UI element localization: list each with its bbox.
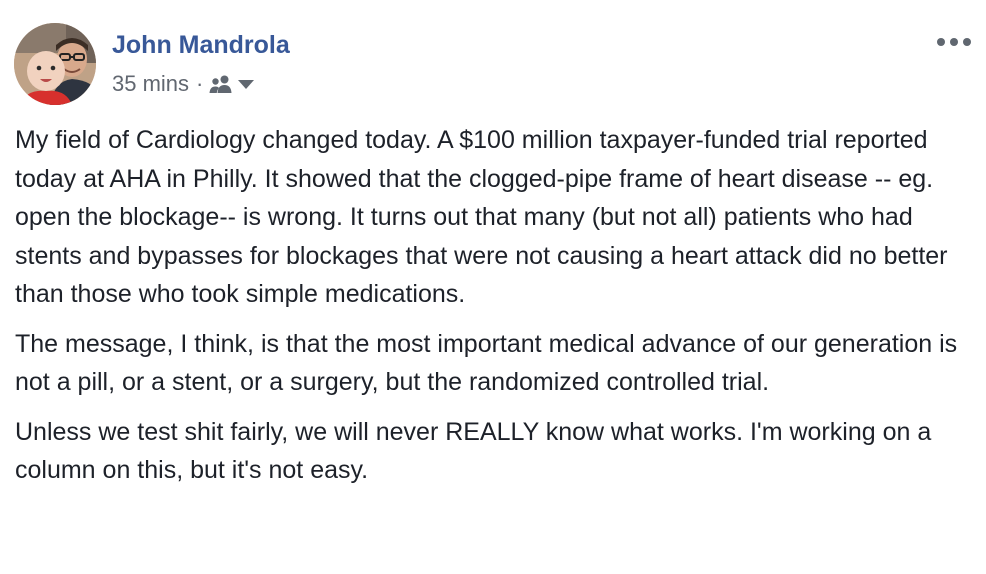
- more-options-button[interactable]: [932, 30, 976, 54]
- post-timestamp[interactable]: 35 mins: [112, 71, 189, 97]
- audience-selector[interactable]: [209, 74, 255, 94]
- avatar-photo: [14, 23, 96, 105]
- caret-down-icon: [238, 80, 255, 89]
- friends-icon: [209, 75, 232, 93]
- post-paragraph: Unless we test shit fairly, we will neve…: [15, 417, 932, 485]
- post-meta: 35 mins ·: [112, 68, 255, 100]
- author-avatar[interactable]: [14, 23, 96, 105]
- more-options-icon: [937, 38, 971, 46]
- post-body: My field of Cardiology changed today. A …: [15, 121, 975, 501]
- meta-separator: ·: [196, 71, 204, 96]
- post-paragraph: My field of Cardiology changed today. A …: [15, 126, 948, 308]
- facebook-post: John Mandrola 35 mins · My field of Card…: [0, 0, 986, 574]
- post-paragraph: The message, I think, is that the most i…: [15, 329, 958, 397]
- author-name-link[interactable]: John Mandrola: [112, 28, 290, 62]
